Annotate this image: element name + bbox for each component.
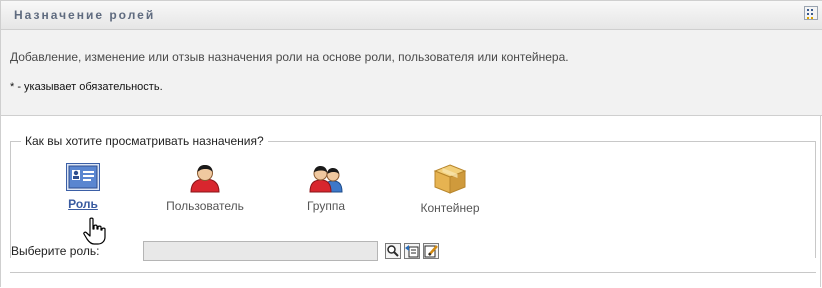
- view-option-container-label: Контейнер: [420, 201, 480, 215]
- required-note: * - указывает обязательность.: [10, 81, 163, 93]
- role-card-icon: [51, 163, 115, 191]
- info-area: Добавление, изменение или отзыв назначен…: [1, 30, 822, 116]
- edit-icon[interactable]: [423, 243, 439, 259]
- search-icon[interactable]: [385, 243, 401, 259]
- role-input[interactable]: [143, 241, 378, 261]
- view-option-role[interactable]: Роль: [51, 163, 115, 211]
- group-icon: [296, 163, 356, 193]
- view-option-user[interactable]: Пользователь: [156, 163, 254, 213]
- panel-header: Назначение ролей: [1, 0, 822, 30]
- user-icon: [156, 163, 254, 193]
- view-option-user-label: Пользователь: [166, 199, 244, 213]
- role-select-label: Выберите роль:: [11, 244, 100, 258]
- history-icon[interactable]: [404, 243, 420, 259]
- panel-divider: [10, 272, 816, 273]
- description-text: Добавление, изменение или отзыв назначен…: [10, 50, 569, 64]
- view-option-container[interactable]: Контейнер: [409, 163, 491, 215]
- container-box-icon: [409, 163, 491, 195]
- view-option-role-label: Роль: [68, 197, 98, 211]
- view-option-group-label: Группа: [306, 199, 346, 213]
- view-option-group[interactable]: Группа: [296, 163, 356, 213]
- grid-menu-icon[interactable]: [804, 6, 818, 20]
- hand-cursor-icon: [83, 217, 107, 245]
- panel-title: Назначение ролей: [14, 8, 156, 22]
- view-mode-legend: Как вы хотите просматривать назначения?: [25, 134, 264, 148]
- role-assignment-panel: Назначение ролей Добавление, изменение и…: [0, 0, 822, 287]
